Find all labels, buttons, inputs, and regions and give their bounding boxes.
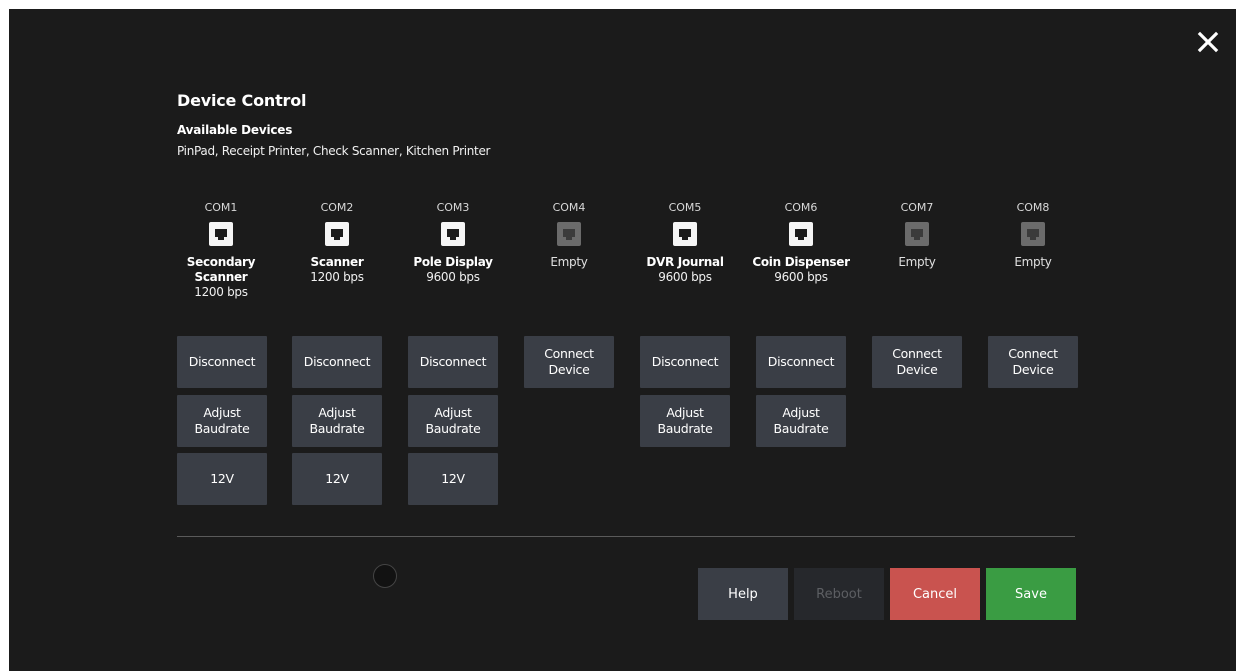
port-column-com6: COM6 Coin Dispenser 9600 bps xyxy=(746,201,856,285)
adjust-baudrate-button-com1[interactable]: Adjust Baudrate xyxy=(177,395,267,447)
ethernet-port-icon xyxy=(557,222,581,246)
disconnect-button-com3[interactable]: Disconnect xyxy=(408,336,498,388)
device-control-dialog: Device Control Available Devices PinPad,… xyxy=(9,9,1236,671)
port-column-com8: COM8 Empty xyxy=(978,201,1088,270)
cancel-button[interactable]: Cancel xyxy=(890,568,980,620)
port-column-com4: COM4 Empty xyxy=(514,201,624,270)
ethernet-port-icon xyxy=(209,222,233,246)
adjust-baudrate-button-com5[interactable]: Adjust Baudrate xyxy=(640,395,730,447)
reboot-button[interactable]: Reboot xyxy=(794,568,884,620)
port-label: COM6 xyxy=(784,201,818,214)
device-name: Secondary Scanner xyxy=(186,255,256,284)
loading-indicator xyxy=(373,564,397,588)
adjust-baudrate-button-com3[interactable]: Adjust Baudrate xyxy=(408,395,498,447)
divider xyxy=(177,536,1075,537)
power-12v-button-com3[interactable]: 12V xyxy=(408,453,498,505)
device-baudrate: 9600 bps xyxy=(426,270,480,284)
device-baudrate: 1200 bps xyxy=(194,285,248,299)
dialog-title: Device Control xyxy=(177,91,307,110)
device-baudrate: 9600 bps xyxy=(774,270,828,284)
disconnect-button-com6[interactable]: Disconnect xyxy=(756,336,846,388)
disconnect-button-com5[interactable]: Disconnect xyxy=(640,336,730,388)
available-devices-heading: Available Devices xyxy=(177,123,293,137)
ethernet-port-icon xyxy=(325,222,349,246)
port-column-com7: COM7 Empty xyxy=(862,201,972,270)
ethernet-port-icon xyxy=(1021,222,1045,246)
device-name: Scanner xyxy=(310,255,364,269)
adjust-baudrate-button-com2[interactable]: Adjust Baudrate xyxy=(292,395,382,447)
port-label: COM7 xyxy=(900,201,934,214)
device-name: Empty xyxy=(550,255,588,269)
close-button[interactable] xyxy=(1195,29,1221,55)
port-column-com2: COM2 Scanner 1200 bps xyxy=(282,201,392,285)
close-icon xyxy=(1197,31,1219,53)
help-button[interactable]: Help xyxy=(698,568,788,620)
ethernet-port-icon xyxy=(673,222,697,246)
connect-device-button-com8[interactable]: Connect Device xyxy=(988,336,1078,388)
power-12v-button-com1[interactable]: 12V xyxy=(177,453,267,505)
port-column-com5: COM5 DVR Journal 9600 bps xyxy=(630,201,740,285)
port-column-com1: COM1 Secondary Scanner 1200 bps xyxy=(166,201,276,300)
port-label: COM2 xyxy=(320,201,354,214)
port-label: COM8 xyxy=(1016,201,1050,214)
power-12v-button-com2[interactable]: 12V xyxy=(292,453,382,505)
port-label: COM3 xyxy=(436,201,470,214)
save-button[interactable]: Save xyxy=(986,568,1076,620)
connect-device-button-com7[interactable]: Connect Device xyxy=(872,336,962,388)
port-label: COM4 xyxy=(552,201,586,214)
ethernet-port-icon xyxy=(905,222,929,246)
port-label: COM1 xyxy=(204,201,238,214)
available-devices-list: PinPad, Receipt Printer, Check Scanner, … xyxy=(177,144,491,158)
device-name: Empty xyxy=(898,255,936,269)
adjust-baudrate-button-com6[interactable]: Adjust Baudrate xyxy=(756,395,846,447)
connect-device-button-com4[interactable]: Connect Device xyxy=(524,336,614,388)
device-baudrate: 9600 bps xyxy=(658,270,712,284)
ethernet-port-icon xyxy=(789,222,813,246)
device-name: Empty xyxy=(1014,255,1052,269)
device-name: DVR Journal xyxy=(646,255,724,269)
device-name: Pole Display xyxy=(413,255,493,269)
port-label: COM5 xyxy=(668,201,702,214)
disconnect-button-com1[interactable]: Disconnect xyxy=(177,336,267,388)
ethernet-port-icon xyxy=(441,222,465,246)
port-column-com3: COM3 Pole Display 9600 bps xyxy=(398,201,508,285)
device-baudrate: 1200 bps xyxy=(310,270,364,284)
device-name: Coin Dispenser xyxy=(752,255,850,269)
disconnect-button-com2[interactable]: Disconnect xyxy=(292,336,382,388)
